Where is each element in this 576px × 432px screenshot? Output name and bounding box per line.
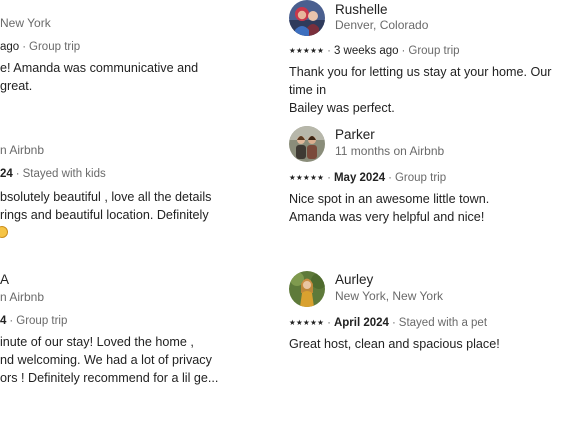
review-date: ago bbox=[0, 41, 20, 53]
reviewer-tenure: n Airbnb bbox=[0, 143, 45, 157]
trip-type: Group trip bbox=[16, 315, 68, 327]
avatar[interactable] bbox=[289, 271, 325, 307]
reviewer-tenure: n Airbnb bbox=[0, 290, 45, 304]
reviewer-name: A bbox=[0, 272, 10, 287]
reviews-page: New York ago · Group trip e! Amanda was co… bbox=[0, 0, 576, 432]
star-rating-icon: ★★★★★ bbox=[289, 318, 325, 327]
review-date: 3 weeks ago bbox=[333, 45, 399, 57]
review-text: bsolutely beautiful , love all the detai… bbox=[0, 190, 212, 222]
trip-type: Group trip bbox=[29, 41, 81, 53]
review-date: April 2024 bbox=[333, 317, 389, 329]
reviewer-name[interactable]: Parker bbox=[335, 127, 375, 142]
avatar[interactable] bbox=[289, 0, 325, 36]
reviewer-location: New York, New York bbox=[335, 289, 444, 303]
review-meta: 4 · Group trip bbox=[0, 315, 68, 327]
review-card: A n Airbnb 4 · Group trip inute of our sta… bbox=[0, 272, 218, 387]
review-meta: ago · Group trip bbox=[0, 41, 81, 53]
review-text: e! Amanda was communicative and great. bbox=[0, 61, 199, 93]
review-meta: ★★★★★ · April 2024 · Stayed with a pet bbox=[289, 317, 488, 329]
star-rating-icon: ★★★★★ bbox=[289, 173, 325, 182]
trip-type: Stayed with a pet bbox=[398, 317, 488, 329]
review-card: Parker 11 months on Airbnb ★★★★★ · May 202… bbox=[289, 126, 489, 226]
review-text: Nice spot in an awesome little town. Ama… bbox=[289, 192, 490, 224]
reviewer-tenure: 11 months on Airbnb bbox=[335, 144, 445, 158]
review-card: n Airbnb 24 · Stayed with kids bsolutely b… bbox=[0, 143, 211, 241]
review-text: Great host, clean and spacious place! bbox=[289, 337, 500, 351]
reviewer-header: Aurley New York, New York bbox=[289, 271, 500, 309]
star-rating-icon: ★★★★★ bbox=[289, 46, 325, 55]
review-text: inute of our stay! Loved the home , nd w… bbox=[0, 335, 219, 385]
review-meta: ★★★★★ · 3 weeks ago · Group trip bbox=[289, 45, 460, 57]
reviewer-header: Parker 11 months on Airbnb bbox=[289, 126, 489, 164]
avatar[interactable] bbox=[289, 126, 325, 162]
review-meta: ★★★★★ · May 2024 · Group trip bbox=[289, 172, 447, 184]
reviewer-location: New York bbox=[0, 16, 51, 30]
trip-type: Stayed with kids bbox=[22, 168, 106, 180]
trip-type: Group trip bbox=[394, 172, 447, 184]
reviewer-name[interactable]: Rushelle bbox=[335, 2, 388, 17]
review-card: New York ago · Group trip e! Amanda was co… bbox=[0, 16, 198, 95]
review-text: Thank you for letting us stay at your ho… bbox=[289, 65, 552, 115]
review-meta: 24 · Stayed with kids bbox=[0, 168, 106, 180]
reviewer-header: Rushelle Denver, Colorado bbox=[289, 0, 576, 38]
review-card: Aurley New York, New York ★★★★★ · April 20… bbox=[289, 271, 500, 353]
trip-type: Group trip bbox=[408, 45, 460, 57]
review-card: Rushelle Denver, Colorado ★★★★★ · 3 weeks … bbox=[289, 0, 576, 117]
reviewer-location: Denver, Colorado bbox=[335, 18, 429, 32]
smile-emoji-icon bbox=[0, 226, 8, 238]
review-date: 24 bbox=[0, 168, 13, 180]
review-date: May 2024 bbox=[333, 172, 386, 184]
reviewer-name[interactable]: Aurley bbox=[335, 272, 373, 287]
